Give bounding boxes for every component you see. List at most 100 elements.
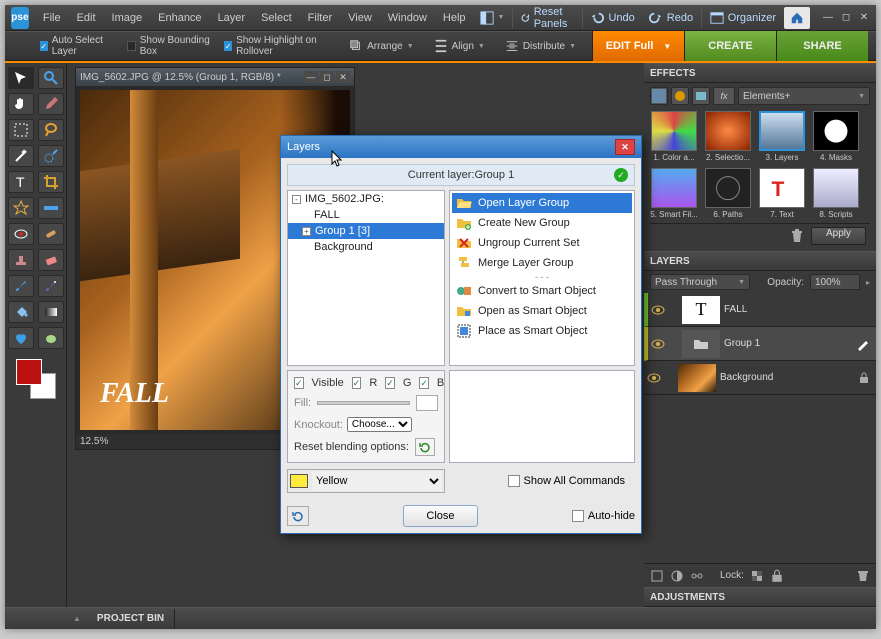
effect-thumb-1[interactable] [651,111,697,151]
g-checkbox[interactable]: ✓ [385,377,395,389]
menu-filter[interactable]: Filter [300,5,340,31]
tree-item-background[interactable]: Background [288,239,444,255]
layers-panel-header[interactable]: LAYERS [644,251,876,271]
layer-tree[interactable]: -IMG_5602.JPG: FALL +Group 1 [3] Backgro… [287,190,445,366]
zoom-tool[interactable] [38,67,64,89]
effect-thumb-6[interactable] [705,168,751,208]
arrange-dropdown[interactable]: Arrange▼ [345,37,418,55]
command-list[interactable]: Open Layer Group Create New Group Ungrou… [449,190,635,366]
doc-close-icon[interactable]: ✕ [336,71,350,83]
color-swatches[interactable] [16,359,56,399]
delete-layer-icon[interactable] [856,569,870,583]
undo-button[interactable]: Undo [584,7,640,29]
smart-brush-tool[interactable] [38,275,64,297]
doc-maximize-icon[interactable]: ◻ [320,71,334,83]
menu-edit[interactable]: Edit [69,5,104,31]
autohide-checkbox[interactable] [572,510,584,522]
cmd-create-new-group[interactable]: Create New Group [452,213,632,233]
cmd-convert-smart[interactable]: Convert to Smart Object [452,281,632,301]
maximize-icon[interactable]: ◻ [838,11,854,25]
marquee-tool[interactable] [8,119,34,141]
blend-mode-dropdown[interactable]: Pass Through▼ [650,274,750,290]
cmd-open-smart[interactable]: Open as Smart Object [452,301,632,321]
menu-enhance[interactable]: Enhance [150,5,209,31]
show-bounding-box-checkbox[interactable]: Show Bounding Box [127,35,212,57]
redeye-tool[interactable] [8,223,34,245]
fill-value[interactable] [416,395,438,411]
minimize-icon[interactable]: — [820,11,836,25]
tab-share[interactable]: SHARE [776,31,868,61]
reset-panels-button[interactable]: Reset Panels [515,7,580,29]
menu-image[interactable]: Image [104,5,151,31]
menu-select[interactable]: Select [253,5,300,31]
adjustment-layer-icon[interactable] [670,569,684,583]
menu-help[interactable]: Help [435,5,474,31]
effects-panel-header[interactable]: EFFECTS [644,63,876,83]
auto-select-layer-checkbox[interactable]: ✓Auto Select Layer [40,35,116,57]
close-button[interactable]: Close [403,505,477,527]
effect-thumb-4[interactable] [813,111,859,151]
menu-layer[interactable]: Layer [210,5,254,31]
distribute-dropdown[interactable]: Distribute▼ [501,37,580,55]
move-tool[interactable] [8,67,34,89]
trash-icon[interactable] [789,228,805,244]
eyedropper-tool[interactable] [38,93,64,115]
sponge-tool[interactable] [38,327,64,349]
tree-item-group1[interactable]: +Group 1 [3] [288,223,444,239]
b-checkbox[interactable]: ✓ [419,377,429,389]
organizer-button[interactable]: Organizer [704,7,782,29]
cmd-merge-group[interactable]: Merge Layer Group [452,253,632,273]
brush-tool[interactable] [8,275,34,297]
adjustments-panel-header[interactable]: ADJUSTMENTS [644,587,876,607]
cmd-ungroup[interactable]: Ungroup Current Set [452,233,632,253]
type-tool[interactable]: T [8,171,34,193]
hand-tool[interactable] [8,93,34,115]
layer-row-group1[interactable]: Group 1 [644,327,876,361]
link-layers-icon[interactable] [690,569,704,583]
effects-all-icon[interactable]: fx [713,87,735,105]
layer-row-background[interactable]: Background [644,361,876,395]
selection-brush-tool[interactable] [38,145,64,167]
effect-thumb-8[interactable] [813,168,859,208]
effect-thumb-3[interactable] [759,111,805,151]
opacity-input[interactable]: 100% [810,274,860,290]
document-titlebar[interactable]: IMG_5602.JPG @ 12.5% (Group 1, RGB/8) * … [76,68,354,86]
cookie-cutter-tool[interactable] [8,197,34,219]
layer-row-fall[interactable]: T FALL [644,293,876,327]
shape-tool[interactable] [8,327,34,349]
tree-item-fall[interactable]: FALL [288,207,444,223]
new-layer-icon[interactable] [650,569,664,583]
effect-thumb-7[interactable]: T [759,168,805,208]
effect-thumb-5[interactable] [651,168,697,208]
lock-all-icon[interactable] [770,569,784,583]
crop-tool[interactable] [38,171,64,193]
layout-toggle-icon[interactable]: ▼ [474,7,511,29]
tab-edit[interactable]: EDIT Full▼ [592,31,684,61]
menu-window[interactable]: Window [380,5,435,31]
cmd-place-smart[interactable]: Place as Smart Object [452,321,632,341]
effect-thumb-2[interactable] [705,111,751,151]
fill-slider[interactable] [317,401,410,405]
eraser-tool[interactable] [38,249,64,271]
color-dropdown[interactable]: Yellow [312,471,442,491]
visibility-icon[interactable] [644,361,664,395]
tree-item-root[interactable]: -IMG_5602.JPG: [288,191,444,207]
align-dropdown[interactable]: Align▼ [430,37,489,55]
layers-dialog[interactable]: Layers ✕ Current layer: Group 1 ✓ -IMG_5… [280,135,642,534]
bucket-tool[interactable] [8,301,34,323]
lock-pixels-icon[interactable] [750,569,764,583]
knockout-dropdown[interactable]: Choose... [347,417,412,432]
healing-tool[interactable] [38,223,64,245]
stamp-tool[interactable] [8,249,34,271]
apply-button[interactable]: Apply [811,227,866,245]
project-bin-tab[interactable]: PROJECT BIN [87,609,175,629]
straighten-tool[interactable] [38,197,64,219]
command-list-extra[interactable] [449,370,635,463]
tab-create[interactable]: CREATE [684,31,776,61]
doc-minimize-icon[interactable]: — [304,71,318,83]
visible-checkbox[interactable]: ✓ [294,377,304,389]
refresh-button[interactable] [287,506,309,526]
menu-file[interactable]: File [35,5,69,31]
effects-category-dropdown[interactable]: Elements+▼ [738,87,870,105]
color-swatch[interactable] [290,474,308,488]
